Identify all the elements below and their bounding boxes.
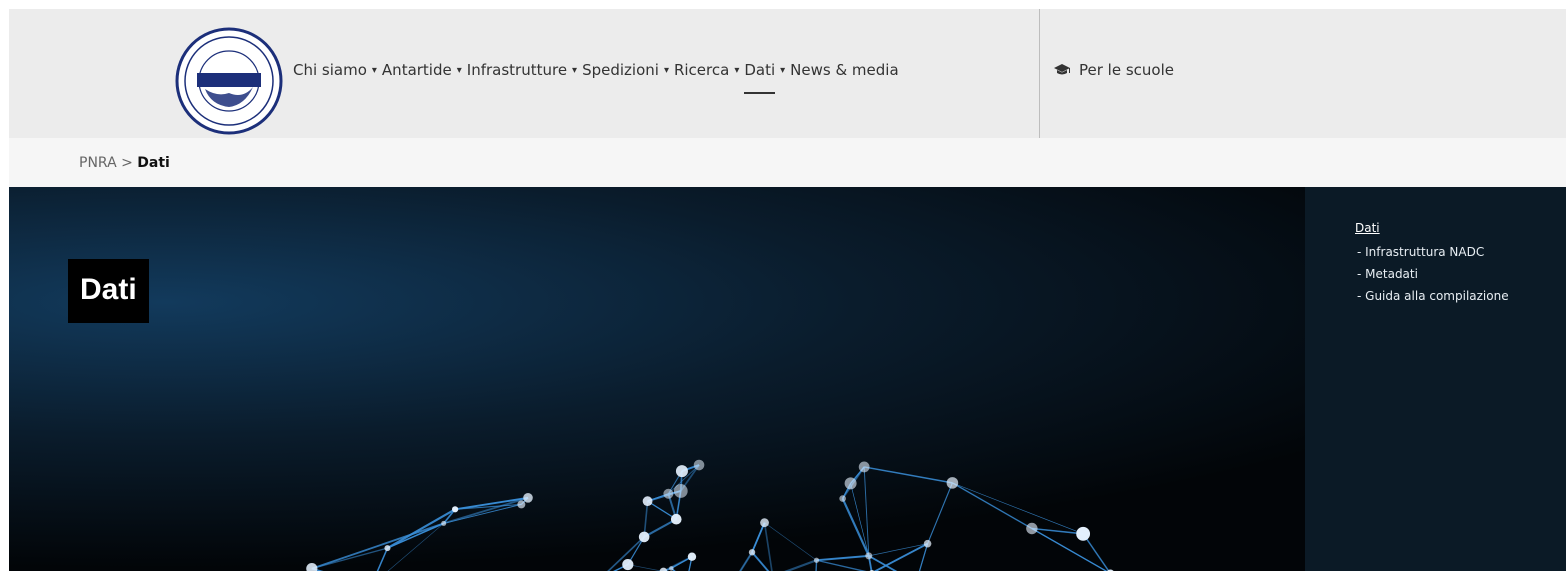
network-edge	[927, 482, 953, 544]
network-node	[839, 495, 846, 502]
network-node	[517, 500, 526, 509]
hero-banner: Dati Dati - Infrastruttura NADC - Metadat…	[9, 187, 1566, 571]
network-lines	[311, 464, 1110, 571]
network-nodes	[306, 459, 1114, 571]
nav-item-chi-siamo[interactable]: Chi siamo ▾	[293, 61, 382, 79]
side-menu-item[interactable]: - Guida alla compilazione	[1357, 289, 1509, 303]
nav-item-ricerca[interactable]: Ricerca ▾	[674, 61, 744, 79]
side-menu-item[interactable]: - Infrastruttura NADC	[1357, 245, 1509, 259]
network-edge	[763, 522, 773, 571]
nav-item-label: Antartide	[381, 61, 452, 79]
network-node	[670, 513, 682, 525]
network-edge	[455, 497, 529, 510]
network-node	[858, 461, 870, 473]
main-nav: Chi siamo ▾ Antartide ▾ Infrastrutture ▾ Spedi…	[293, 61, 899, 94]
network-edge	[764, 522, 817, 561]
nav-item-label: Spedizioni	[582, 61, 659, 79]
side-menu-list: - Infrastruttura NADC - Metadati - Guida a…	[1357, 245, 1509, 311]
network-node	[844, 477, 857, 490]
network-node	[693, 459, 705, 471]
network-node	[748, 549, 756, 556]
network-node	[675, 465, 688, 478]
network-edge	[816, 559, 867, 571]
network-node	[946, 477, 959, 489]
network-edge	[863, 466, 870, 556]
caret-down-icon: ▾	[572, 64, 578, 76]
network-node	[687, 552, 697, 561]
network-node	[622, 558, 634, 571]
network-edge	[751, 522, 766, 553]
network-node	[384, 545, 391, 552]
nav-item-label: Dati	[744, 61, 776, 94]
side-menu-title[interactable]: Dati	[1355, 221, 1380, 235]
network-edge	[643, 518, 677, 538]
network-node	[813, 557, 820, 563]
network-node	[638, 531, 650, 543]
nav-item-label: Ricerca	[673, 61, 730, 79]
side-menu: Dati - Infrastruttura NADC - Metadati - Gu…	[1305, 187, 1566, 571]
network-edge	[864, 466, 953, 484]
breadcrumb: PNRA > Dati	[9, 138, 1566, 187]
network-edge	[868, 543, 928, 557]
network-edge	[1031, 528, 1108, 571]
network-node	[523, 492, 533, 503]
nav-item-spedizioni[interactable]: Spedizioni ▾	[582, 61, 674, 79]
network-node	[865, 552, 873, 560]
nav-item-label: Infrastrutture	[466, 61, 568, 79]
caret-down-icon: ▾	[663, 64, 669, 76]
nav-item-news-media[interactable]: News & media	[790, 61, 899, 79]
network-edge	[784, 559, 817, 571]
network-node	[642, 496, 653, 507]
breadcrumb-root[interactable]: PNRA	[79, 155, 117, 171]
network-edge	[952, 482, 1084, 535]
page: Chi siamo ▾ Antartide ▾ Infrastrutture ▾ Spedi…	[9, 9, 1566, 571]
network-node	[441, 520, 447, 526]
nav-item-antartide[interactable]: Antartide ▾	[382, 61, 467, 79]
breadcrumb-separator: >	[116, 155, 138, 171]
hero-title: Dati	[68, 259, 149, 323]
network-node	[663, 488, 674, 499]
network-edge	[873, 542, 929, 571]
network-edge	[816, 555, 869, 561]
network-node	[673, 484, 688, 498]
breadcrumb-current: Dati	[137, 155, 170, 171]
side-menu-item[interactable]: - Metadati	[1357, 267, 1509, 281]
caret-down-icon: ▾	[371, 64, 377, 76]
network-edge	[643, 501, 649, 537]
network-edge	[868, 555, 898, 571]
pnra-logo[interactable]	[175, 27, 283, 135]
nav-item-label: News & media	[790, 61, 899, 79]
network-node	[1076, 526, 1091, 541]
caret-down-icon: ▾	[734, 64, 740, 76]
schools-link[interactable]: Per le scuole	[1053, 61, 1174, 79]
nav-item-dati[interactable]: Dati ▾	[744, 61, 790, 94]
network-edge	[841, 498, 870, 557]
nav-item-label: Chi siamo	[293, 61, 367, 79]
caret-down-icon: ▾	[456, 64, 462, 76]
nav-item-infrastrutture[interactable]: Infrastrutture ▾	[467, 61, 582, 79]
network-node	[452, 506, 459, 513]
network-edge	[311, 522, 444, 570]
network-edge	[952, 482, 1033, 530]
network-edge	[662, 555, 693, 571]
site-header: Chi siamo ▾ Antartide ▾ Infrastrutture ▾ Spedi…	[9, 9, 1566, 138]
network-node	[669, 566, 674, 571]
caret-down-icon: ▾	[780, 64, 786, 76]
header-divider	[1039, 9, 1040, 138]
graduation-cap-icon	[1054, 64, 1070, 75]
network-edge	[387, 523, 444, 571]
network-node	[923, 539, 932, 548]
network-node	[760, 518, 769, 528]
network-node	[659, 567, 668, 571]
network-node	[1026, 522, 1038, 535]
network-node	[306, 563, 318, 571]
schools-label: Per le scuole	[1079, 61, 1174, 79]
network-edge	[739, 551, 753, 571]
